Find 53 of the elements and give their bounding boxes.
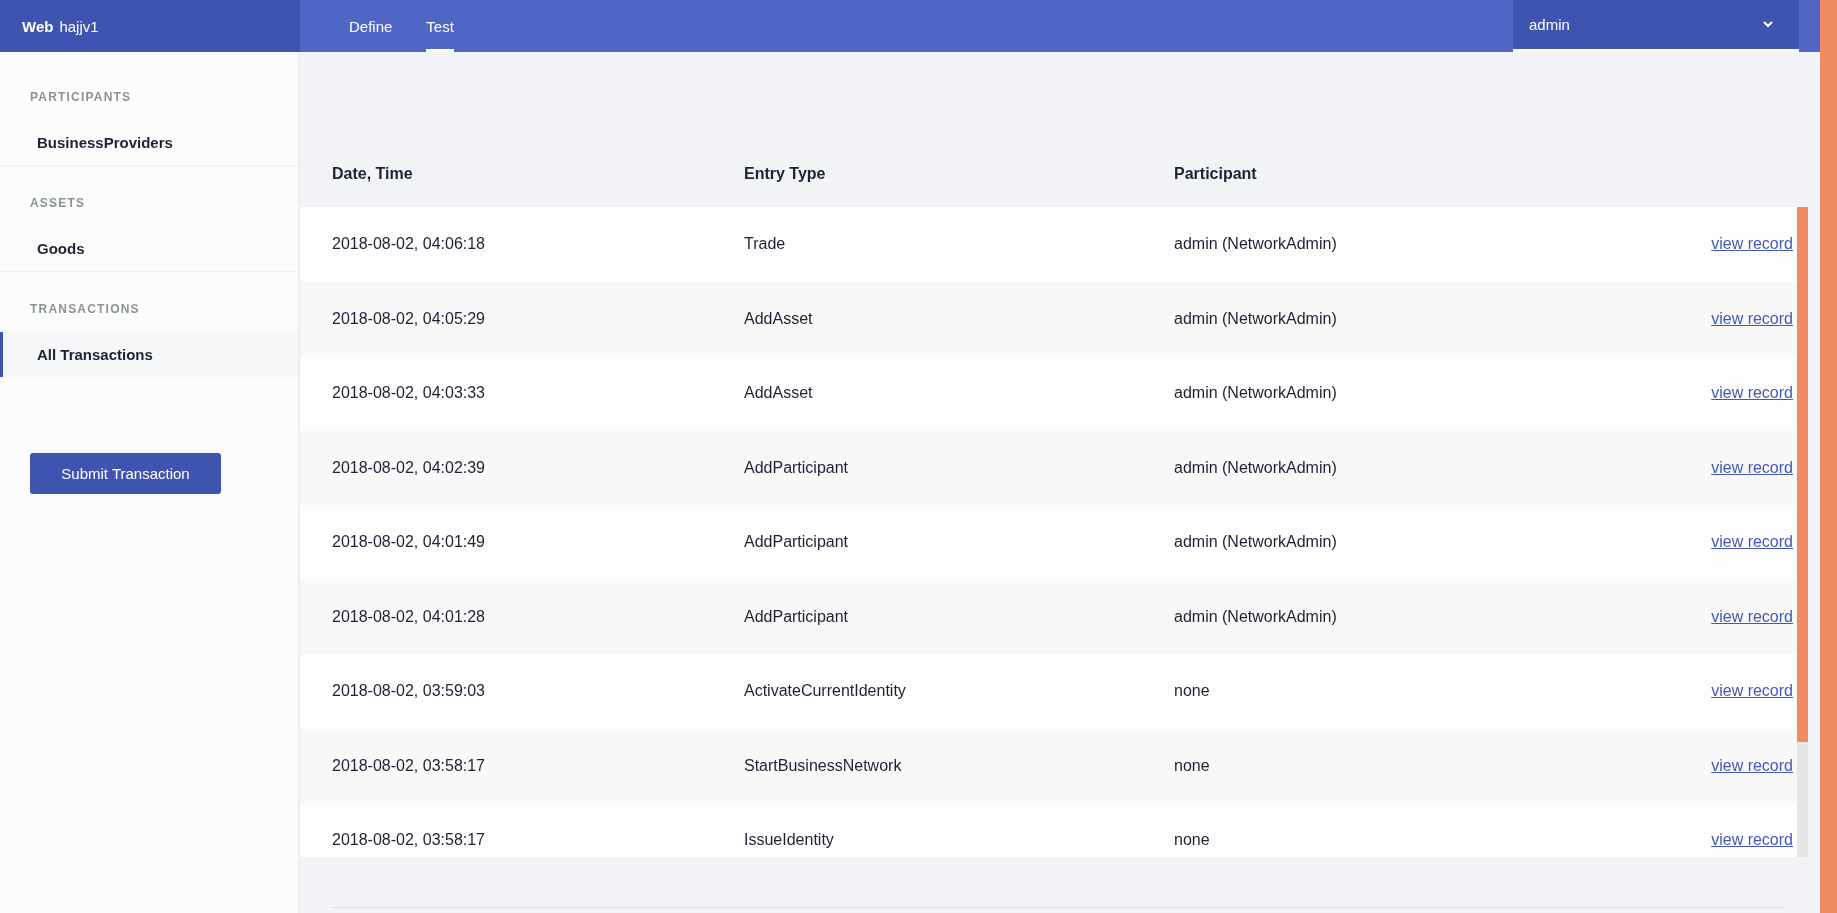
section-heading: TRANSACTIONS — [29, 302, 141, 316]
table-cell-text: 2018-08-02, 03:58:17 — [332, 831, 486, 850]
view-record-link[interactable]: view record — [1711, 235, 1793, 254]
column-header: Date, Time — [332, 164, 414, 183]
nav-tab[interactable]: Define — [349, 0, 393, 52]
table-cell-text: 2018-08-02, 04:06:18 — [332, 235, 486, 254]
table-cell-text: admin (NetworkAdmin) — [1174, 458, 1338, 477]
sidebar-item[interactable]: All Transactions — [0, 332, 298, 377]
table-cell-text: Trade — [744, 235, 787, 254]
column-header: Participant — [1174, 164, 1258, 183]
table-cell-text: none — [1174, 756, 1211, 775]
table-cell-text: AddParticipant — [744, 533, 850, 552]
table-cell-text: none — [1174, 831, 1211, 850]
table-cell-text: AddAsset — [744, 309, 814, 328]
table-cell-text: AddParticipant — [744, 458, 850, 477]
table-cell-text: IssueIdentity — [744, 831, 835, 850]
sidebar-item[interactable]: BusinessProviders — [0, 120, 298, 165]
view-record-link[interactable]: view record — [1711, 682, 1793, 701]
scrollbar[interactable] — [1797, 207, 1808, 857]
view-record-link[interactable]: view record — [1711, 831, 1793, 850]
table-cell-text: 2018-08-02, 03:58:17 — [332, 756, 486, 775]
table-cell-text: admin (NetworkAdmin) — [1174, 384, 1338, 403]
section-heading: PARTICIPANTS — [29, 90, 133, 104]
table-cell-text: 2018-08-02, 03:59:03 — [332, 682, 486, 701]
table-cell-text: 2018-08-02, 04:03:33 — [332, 384, 486, 403]
table-cell-text: admin (NetworkAdmin) — [1174, 533, 1338, 552]
page-scrollbar[interactable] — [1820, 0, 1837, 913]
table-cell-text: StartBusinessNetwork — [744, 756, 903, 775]
user-dropdown[interactable]: admin — [1513, 0, 1799, 52]
view-record-link[interactable]: view record — [1711, 384, 1793, 403]
section-heading: ASSETS — [29, 196, 87, 210]
table-cell-text: 2018-08-02, 04:01:28 — [332, 607, 486, 626]
chevron-down-icon — [1763, 21, 1773, 28]
view-record-link[interactable]: view record — [1711, 607, 1793, 626]
submit-transaction-button[interactable]: Submit Transaction — [30, 453, 221, 494]
table-cell-text: AddAsset — [744, 384, 814, 403]
table-cell-text: none — [1174, 682, 1211, 701]
column-header: Entry Type — [744, 164, 827, 183]
table-cell-text: ActivateCurrentIdentity — [744, 682, 907, 701]
table-cell-text: AddParticipant — [744, 607, 850, 626]
table-cell-text: 2018-08-02, 04:05:29 — [332, 309, 486, 328]
table-cell-text: admin (NetworkAdmin) — [1174, 235, 1338, 254]
view-record-link[interactable]: view record — [1711, 309, 1793, 328]
app-title: Web hajjv1 — [22, 17, 99, 35]
sidebar-item[interactable]: Goods — [0, 226, 298, 271]
view-record-link[interactable]: view record — [1711, 458, 1793, 477]
view-record-link[interactable]: view record — [1711, 756, 1793, 775]
table-cell-text: 2018-08-02, 04:01:49 — [332, 533, 486, 552]
table-cell-text: 2018-08-02, 04:02:39 — [332, 458, 486, 477]
view-record-link[interactable]: view record — [1711, 533, 1793, 552]
table-cell-text: admin (NetworkAdmin) — [1174, 607, 1338, 626]
nav-tab[interactable]: Test — [426, 0, 454, 52]
table-cell-text: admin (NetworkAdmin) — [1174, 309, 1338, 328]
